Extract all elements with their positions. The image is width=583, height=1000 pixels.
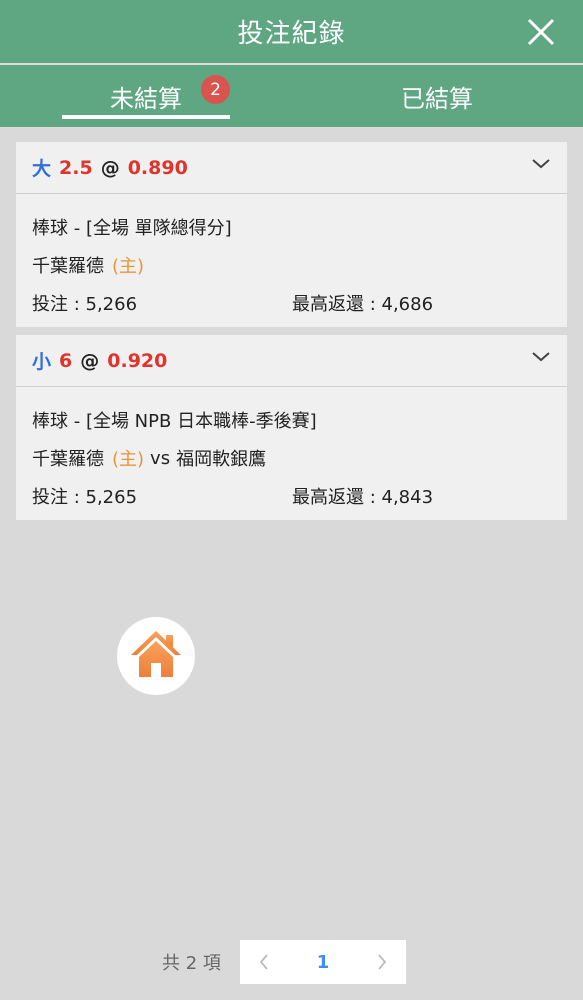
bet-card: 大 2.5 @ 0.890 棒球 - [全場 單隊總得分] 千葉羅德 (主) 投…: [16, 142, 567, 327]
bet-card-body: 棒球 - [全場 NPB 日本職棒-季後賽] 千葉羅德 (主) vs 福岡軟銀鷹…: [16, 387, 567, 515]
bet-card-body: 棒球 - [全場 單隊總得分] 千葉羅德 (主) 投注 : 5,266 最高返還…: [16, 194, 567, 322]
home-tag: (主): [112, 256, 145, 277]
versus-label: vs: [150, 447, 171, 469]
bet-market: 棒球 - [全場 NPB 日本職棒-季後賽]: [32, 411, 317, 432]
bet-line: 2.5: [59, 156, 93, 179]
tab-bar: 未結算 2 已結算: [0, 65, 583, 127]
tab-settled-label: 已結算: [401, 84, 473, 113]
bet-odds: 0.920: [107, 349, 168, 372]
chevron-down-icon[interactable]: [531, 154, 551, 174]
chevron-down-icon[interactable]: [531, 347, 551, 367]
chevron-right-icon[interactable]: [372, 952, 392, 972]
bet-card-header[interactable]: 大 2.5 @ 0.890: [16, 142, 567, 194]
pager-controls: 1: [240, 940, 406, 984]
home-icon: [129, 629, 183, 683]
bet-selection: 小: [32, 351, 52, 373]
total-count: 共 2 項: [162, 953, 221, 974]
bet-odds: 0.890: [127, 156, 188, 179]
close-icon[interactable]: [521, 12, 561, 52]
bet-at-symbol: @: [80, 349, 100, 372]
bet-teams: 千葉羅德 (主): [32, 246, 551, 284]
stake-amount: 投注 : 5,266: [32, 294, 138, 315]
bet-amounts: 投注 : 5,266 最高返還 : 4,686: [32, 284, 551, 322]
chevron-left-icon[interactable]: [254, 952, 274, 972]
tab-unsettled[interactable]: 未結算 2: [62, 65, 230, 127]
home-team: 千葉羅德: [32, 449, 104, 470]
max-return-amount: 最高返還 : 4,843: [292, 487, 434, 508]
bet-market: 棒球 - [全場 單隊總得分]: [32, 218, 232, 239]
bet-at-symbol: @: [100, 156, 120, 179]
home-button[interactable]: [117, 617, 195, 695]
tab-settled[interactable]: 已結算: [353, 65, 521, 127]
bet-line: 6: [59, 349, 73, 372]
bet-amounts: 投注 : 5,265 最高返還 : 4,843: [32, 477, 551, 515]
home-tag: (主): [112, 449, 145, 470]
stake-amount: 投注 : 5,265: [32, 487, 138, 508]
bet-card-header[interactable]: 小 6 @ 0.920: [16, 335, 567, 387]
home-team: 千葉羅德: [32, 256, 104, 277]
max-return-amount: 最高返還 : 4,686: [292, 294, 434, 315]
bet-teams: 千葉羅德 (主) vs 福岡軟銀鷹: [32, 439, 551, 477]
unsettled-count-badge: 2: [201, 75, 230, 104]
bet-card: 小 6 @ 0.920 棒球 - [全場 NPB 日本職棒-季後賽] 千葉羅德 …: [16, 335, 567, 520]
page-title: 投注紀錄: [237, 19, 346, 49]
header-bar: 投注紀錄: [0, 0, 583, 63]
page-number-current[interactable]: 1: [313, 940, 333, 984]
bet-selection: 大: [32, 158, 52, 180]
pagination: 共 2 項 1: [0, 940, 583, 984]
away-team: 福岡軟銀鷹: [176, 449, 267, 470]
tab-unsettled-label: 未結算: [110, 84, 182, 113]
